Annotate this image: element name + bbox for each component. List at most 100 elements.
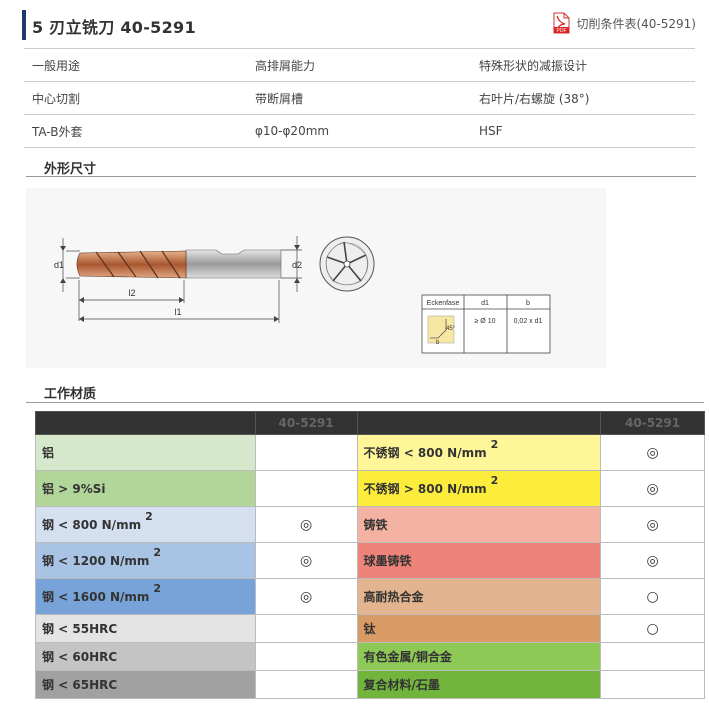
material-name-cell: 有色金属/铜合金 xyxy=(356,642,602,671)
unit-superscript: 2 xyxy=(153,582,162,595)
empty-rating-cell xyxy=(254,434,358,471)
material-name-cell: 高耐热合金 xyxy=(356,578,602,615)
unit-superscript: 2 xyxy=(145,510,153,523)
material-row: 钢 < 60HRC 有色金属/铜合金 xyxy=(35,642,705,671)
double-circle-icon: ◎ xyxy=(600,470,705,507)
material-name: 铝 > 9%Si xyxy=(42,482,106,496)
material-name-cell: 钢 < 65HRC xyxy=(35,670,256,699)
material-name: 不锈钢 < 800 N/mm xyxy=(363,446,487,460)
empty-rating-cell xyxy=(254,642,358,671)
material-name-cell: 钛 xyxy=(356,614,602,643)
material-row: 钢 < 1600 N/mm2 ◎ 高耐热合金 ○ xyxy=(35,578,705,615)
material-header-blank xyxy=(356,411,602,435)
material-header-code: 40-5291 xyxy=(254,411,358,435)
spec-cell: HSF xyxy=(471,114,695,148)
material-name-cell: 不锈钢 > 800 N/mm2 xyxy=(356,470,602,507)
material-name-cell: 钢 < 1600 N/mm2 xyxy=(35,578,256,615)
spec-cell: 右叶片/右螺旋 (38°) xyxy=(471,81,695,115)
spec-cell: φ10-φ20mm xyxy=(247,114,471,148)
chamfer-header: b xyxy=(526,300,530,307)
label-l2: l2 xyxy=(128,288,135,298)
material-name-cell: 钢 < 1200 N/mm2 xyxy=(35,542,256,579)
section-divider xyxy=(26,176,696,177)
material-name-cell: 铝 xyxy=(35,434,256,471)
unit-superscript: 2 xyxy=(490,474,499,487)
material-header-blank xyxy=(35,411,256,435)
material-name-cell: 球墨铸铁 xyxy=(356,542,602,579)
chamfer-table: Eckenfase d1 b ≥ Ø 10 0,02 x d1 45° b xyxy=(421,294,551,354)
chamfer-cell-b: 0,02 x d1 xyxy=(514,318,543,325)
material-row: 钢 < 65HRC 复合材料/石墨 xyxy=(35,670,705,699)
spec-cell: 特殊形状的减振设计 xyxy=(471,48,695,82)
material-name: 钢 < 55HRC xyxy=(42,622,118,636)
label-d1: d1 xyxy=(54,260,64,270)
material-name: 钢 < 1200 N/mm xyxy=(42,554,150,568)
double-circle-icon: ◎ xyxy=(254,542,358,579)
material-name: 钢 < 60HRC xyxy=(42,650,118,664)
material-table-body: 铝不锈钢 < 800 N/mm2 ◎ 铝 > 9%Si 不锈钢 > 800 N/mm2… xyxy=(35,434,705,699)
material-name-cell: 钢 < 55HRC xyxy=(35,614,256,643)
material-name-cell: 不锈钢 < 800 N/mm2 xyxy=(356,434,602,471)
pdf-icon: PDF xyxy=(553,12,570,34)
material-name-cell: 铝 > 9%Si xyxy=(35,470,256,507)
title-accent-bar xyxy=(22,10,26,40)
double-circle-icon: ◎ xyxy=(254,506,358,543)
chamfer-header: d1 xyxy=(481,300,489,307)
pdf-download-link[interactable]: PDF 切削条件表(40-5291) xyxy=(552,12,696,34)
spec-row: 一般用途 高排屑能力 特殊形状的减振设计 xyxy=(24,48,695,82)
material-name: 钢 < 1600 N/mm xyxy=(42,590,150,604)
material-name-cell: 铸铁 xyxy=(356,506,602,543)
material-name: 球墨铸铁 xyxy=(363,554,412,568)
spec-cell: 一般用途 xyxy=(24,48,247,82)
chamfer-angle: 45° xyxy=(446,326,456,332)
double-circle-icon: ◎ xyxy=(600,542,705,579)
empty-rating-cell xyxy=(600,670,705,699)
end-view-icon xyxy=(319,236,375,292)
spec-cell: 高排屑能力 xyxy=(247,48,471,82)
double-circle-icon: ◎ xyxy=(600,434,705,471)
material-name: 不锈钢 > 800 N/mm xyxy=(363,482,487,496)
material-row: 钢 < 55HRC 钛 ○ xyxy=(35,614,705,643)
material-name: 铝 xyxy=(42,446,55,460)
material-table: 40-5291 40-5291 铝不锈钢 < 800 N/mm2 ◎ 铝 > 9%S… xyxy=(35,411,705,699)
empty-rating-cell xyxy=(600,642,705,671)
unit-superscript: 2 xyxy=(490,438,499,451)
page-title: 5 刃立铣刀 40-5291 xyxy=(32,18,196,37)
empty-rating-cell xyxy=(254,670,358,699)
page-header: 5 刃立铣刀 40-5291 PDF 切削条件表(40-5291) xyxy=(22,10,696,40)
spec-row: TA-B外套 φ10-φ20mm HSF xyxy=(24,114,695,148)
material-row: 铝不锈钢 < 800 N/mm2 ◎ xyxy=(35,434,705,471)
spec-table: 一般用途 高排屑能力 特殊形状的减振设计 中心切割 带断屑槽 右叶片/右螺旋 (… xyxy=(24,48,695,148)
circle-icon: ○ xyxy=(600,578,705,615)
material-header-code: 40-5291 xyxy=(600,411,705,435)
material-name: 复合材料/石墨 xyxy=(363,678,440,692)
material-row: 铝 > 9%Si 不锈钢 > 800 N/mm2 ◎ xyxy=(35,470,705,507)
label-d2: d2 xyxy=(292,260,302,270)
double-circle-icon: ◎ xyxy=(600,506,705,543)
section-title-dimensions: 外形尺寸 xyxy=(44,162,97,177)
section-divider xyxy=(26,402,704,403)
material-name-cell: 复合材料/石墨 xyxy=(356,670,602,699)
material-header-row: 40-5291 40-5291 xyxy=(35,411,705,435)
circle-icon: ○ xyxy=(600,614,705,643)
material-row: 钢 < 800 N/mm2 ◎ 铸铁 ◎ xyxy=(35,506,705,543)
material-row: 钢 < 1200 N/mm2 ◎ 球墨铸铁 ◎ xyxy=(35,542,705,579)
spec-cell: TA-B外套 xyxy=(24,114,247,148)
section-title-materials: 工作材质 xyxy=(44,387,97,402)
spec-row: 中心切割 带断屑槽 右叶片/右螺旋 (38°) xyxy=(24,81,695,115)
tool-drawing-svg: d1 d2 l2 l1 Eckenfase d1 b ≥ Ø 10 0,02 x… xyxy=(54,236,551,354)
empty-rating-cell xyxy=(254,614,358,643)
spec-cell: 带断屑槽 xyxy=(247,81,471,115)
material-name: 钛 xyxy=(363,622,376,636)
double-circle-icon: ◎ xyxy=(254,578,358,615)
chamfer-cell-d1: ≥ Ø 10 xyxy=(475,318,496,325)
material-name: 钢 < 65HRC xyxy=(42,678,118,692)
material-name: 高耐热合金 xyxy=(363,590,424,604)
unit-superscript: 2 xyxy=(153,546,162,559)
tool-drawing: d1 d2 l2 l1 Eckenfase d1 b ≥ Ø 10 0,02 x… xyxy=(26,188,606,368)
label-l1: l1 xyxy=(174,307,181,317)
material-name: 铸铁 xyxy=(363,518,388,532)
pdf-link-label[interactable]: 切削条件表(40-5291) xyxy=(576,15,696,32)
material-name: 钢 < 800 N/mm xyxy=(42,518,142,532)
spec-cell: 中心切割 xyxy=(24,81,247,115)
